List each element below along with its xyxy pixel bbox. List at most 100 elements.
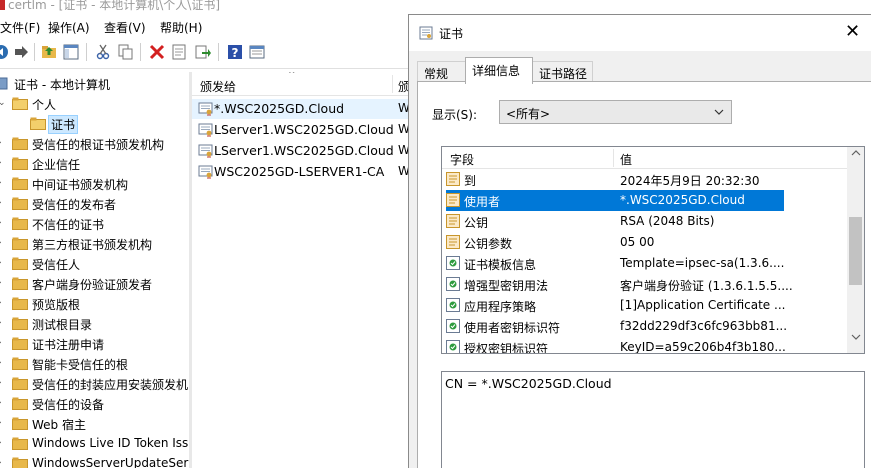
tree-item[interactable]: › 预览版根: [0, 294, 189, 314]
field-name: 使用者: [464, 195, 501, 209]
tree-item[interactable]: › 受信任的发布者: [0, 194, 189, 214]
tree-item[interactable]: › 受信任的封装应用安装颁发机: [0, 374, 189, 394]
field-row[interactable]: 公钥参数 05 00: [442, 232, 847, 253]
collapsed-arrow-icon[interactable]: ›: [0, 258, 2, 268]
tree-root[interactable]: 证书 - 本地计算机: [0, 74, 189, 94]
column-separator[interactable]: [613, 149, 614, 167]
toolbar: ?: [0, 40, 410, 64]
collapsed-arrow-icon[interactable]: ›: [0, 358, 2, 368]
tree-item[interactable]: › 受信任的根证书颁发机构: [0, 134, 189, 154]
menu-help[interactable]: 帮助(H): [160, 19, 202, 36]
tree-item[interactable]: › WindowsServerUpdateSer: [0, 454, 189, 468]
view-icon[interactable]: [248, 43, 266, 61]
tree-item[interactable]: › 客户端身份验证颁发者: [0, 274, 189, 294]
fields-scrollbar[interactable]: [847, 147, 864, 353]
collapsed-arrow-icon[interactable]: ›: [0, 198, 2, 208]
collapsed-arrow-icon[interactable]: ›: [0, 418, 2, 428]
folder-icon: [12, 97, 28, 110]
expanded-arrow-icon[interactable]: ⌄: [0, 98, 6, 108]
collapsed-arrow-icon[interactable]: ›: [0, 238, 2, 248]
tree-item[interactable]: › 受信任人: [0, 254, 189, 274]
collapsed-arrow-icon[interactable]: ›: [0, 318, 2, 328]
folder-icon: [12, 417, 28, 430]
tree-item-label: 受信任的发布者: [32, 198, 117, 212]
field-row[interactable]: 应用程序策略 [1]Application Certificate ...: [442, 295, 847, 316]
tree-item-label: 个人: [32, 98, 57, 112]
tree-item-label: 企业信任: [32, 158, 81, 172]
tree-item[interactable]: › 中间证书颁发机构: [0, 174, 189, 194]
collapsed-arrow-icon[interactable]: ›: [0, 458, 2, 468]
collapsed-arrow-icon[interactable]: ›: [0, 438, 2, 448]
export-icon[interactable]: [194, 43, 212, 61]
scrollbar-thumb[interactable]: [849, 217, 862, 285]
tree-item-label: 受信任人: [32, 258, 81, 272]
field-row[interactable]: 证书模板信息 Template=ipsec-sa(1.3.6....: [442, 253, 847, 274]
tree-item[interactable]: ⌄ 个人: [0, 94, 189, 114]
list-row[interactable]: *.WSC2025GD.Cloud W: [192, 99, 410, 119]
field-row[interactable]: 使用者密钥标识符 f32dd229df3c6fc963bb81...: [442, 316, 847, 337]
tab-details[interactable]: 详细信息: [465, 57, 533, 84]
field-row[interactable]: 公钥 RSA (2048 Bits): [442, 211, 847, 232]
list-row[interactable]: WSC2025GD-LSERVER1-CA W: [192, 162, 410, 182]
tree-item-label: Windows Live ID Token Iss: [32, 436, 189, 450]
cert-issued-to: LServer1.WSC2025GD.Cloud: [214, 122, 394, 137]
tree-item[interactable]: › 第三方根证书颁发机构: [0, 234, 189, 254]
column-field[interactable]: 字段: [450, 151, 474, 168]
tree-item-label: 不信任的证书: [32, 218, 105, 232]
collapsed-arrow-icon[interactable]: ›: [0, 338, 2, 348]
tab-general[interactable]: 常规: [417, 61, 466, 83]
tab-certification-path[interactable]: 证书路径: [532, 61, 593, 83]
tree-item[interactable]: › Web 宿主: [0, 414, 189, 434]
tree-item-label: 证书注册申请: [32, 338, 105, 352]
field-icon: [446, 298, 460, 312]
cut-icon[interactable]: [94, 43, 112, 61]
collapsed-arrow-icon[interactable]: ›: [0, 278, 2, 288]
show-hide-tree-icon[interactable]: [62, 43, 80, 61]
collapsed-arrow-icon[interactable]: ›: [0, 218, 2, 228]
forward-icon[interactable]: [12, 43, 30, 61]
tab-general-label: 常规: [424, 67, 449, 81]
field-name: 使用者密钥标识符: [464, 321, 561, 335]
tree-item[interactable]: 证书: [0, 114, 189, 134]
tree-item[interactable]: › 不信任的证书: [0, 214, 189, 234]
tree-item[interactable]: › 受信任的设备: [0, 394, 189, 414]
field-detail-box[interactable]: CN = *.WSC2025GD.Cloud: [441, 371, 865, 468]
column-value[interactable]: 值: [620, 151, 632, 168]
copy-icon[interactable]: [116, 43, 134, 61]
close-button[interactable]: ✕: [845, 21, 860, 42]
collapsed-arrow-icon[interactable]: ›: [0, 178, 2, 188]
list-row[interactable]: LServer1.WSC2025GD.Cloud W: [192, 120, 410, 140]
tree-item[interactable]: › 测试根目录: [0, 314, 189, 334]
collapsed-arrow-icon[interactable]: ›: [0, 158, 2, 168]
scroll-up-icon[interactable]: [851, 149, 861, 160]
collapsed-arrow-icon[interactable]: ›: [0, 378, 2, 388]
column-issued-to[interactable]: 颁发给: [200, 78, 236, 95]
menu-action[interactable]: 操作(A): [48, 19, 90, 36]
delete-icon[interactable]: [148, 43, 166, 61]
menu-file[interactable]: 文件(F): [0, 19, 40, 36]
tree-item-label: 受信任的封装应用安装颁发机: [32, 378, 189, 392]
help-icon[interactable]: ?: [226, 43, 244, 61]
field-row[interactable]: 到 2024年5月9日 20:32:30: [442, 169, 847, 190]
tree-item[interactable]: › 企业信任: [0, 154, 189, 174]
collapsed-arrow-icon[interactable]: ›: [0, 138, 2, 148]
tree-item[interactable]: › 智能卡受信任的根: [0, 354, 189, 374]
field-row[interactable]: 授权密钥标识符 KeyID=a59c206b4f3b180...: [442, 337, 847, 353]
list-row[interactable]: LServer1.WSC2025GD.Cloud W: [192, 141, 410, 161]
collapsed-arrow-icon[interactable]: ›: [0, 398, 2, 408]
column-separator[interactable]: [392, 75, 393, 93]
folder-icon: [12, 397, 28, 410]
tree-item[interactable]: › Windows Live ID Token Iss: [0, 434, 189, 454]
field-row[interactable]: 增强型密钥用法 客户端身份验证 (1.3.6.1.5.5....: [442, 274, 847, 295]
certificate-icon: [198, 144, 214, 158]
tab-certification-path-label: 证书路径: [539, 67, 588, 81]
up-folder-icon[interactable]: [40, 43, 58, 61]
show-dropdown[interactable]: <所有>: [499, 100, 732, 124]
back-icon[interactable]: [0, 43, 10, 61]
properties-icon[interactable]: [170, 43, 188, 61]
menu-view[interactable]: 查看(V): [104, 19, 146, 36]
tree-item[interactable]: › 证书注册申请: [0, 334, 189, 354]
scroll-down-icon[interactable]: [851, 333, 861, 344]
field-row[interactable]: 使用者 *.WSC2025GD.Cloud: [446, 190, 784, 211]
collapsed-arrow-icon[interactable]: ›: [0, 298, 2, 308]
